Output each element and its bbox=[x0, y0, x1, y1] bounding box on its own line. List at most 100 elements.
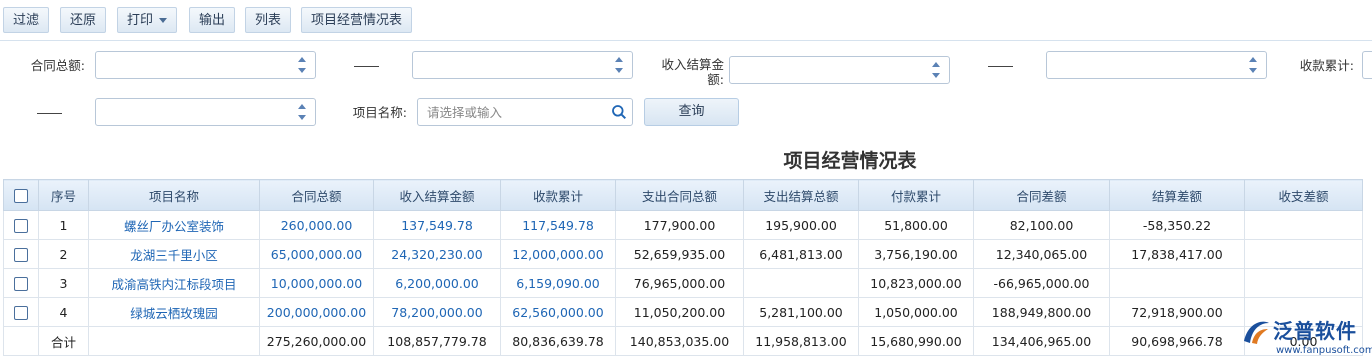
contract-total-max-input[interactable] bbox=[412, 51, 633, 79]
cell-link[interactable]: 24,320,230.00 bbox=[373, 239, 501, 269]
column-header[interactable]: 收支差额 bbox=[1244, 179, 1363, 211]
row-checkbox[interactable] bbox=[3, 297, 39, 327]
print-button[interactable]: 打印 bbox=[117, 7, 178, 33]
toolbar: 过滤 还原 打印 输出 列表 项目经营情况表 bbox=[0, 0, 1372, 41]
column-header[interactable]: 收款累计 bbox=[500, 179, 616, 211]
income-settle-min-input[interactable] bbox=[729, 56, 950, 84]
contract-total-min-input[interactable] bbox=[95, 51, 316, 79]
column-header[interactable]: 支出结算总额 bbox=[743, 179, 859, 211]
cell: 17,838,417.00 bbox=[1109, 239, 1245, 269]
query-button[interactable]: 查询 bbox=[644, 98, 739, 126]
restore-button[interactable]: 还原 bbox=[60, 7, 107, 33]
received-total-label: 收款累计: bbox=[1299, 58, 1354, 73]
cell-link[interactable]: 6,159,090.00 bbox=[500, 268, 616, 298]
project-link[interactable]: 螺丝厂办公室装饰 bbox=[88, 210, 260, 240]
logo-brand-text: 泛普软件 bbox=[1273, 319, 1357, 343]
column-header[interactable]: 序号 bbox=[38, 179, 89, 211]
row-checkbox[interactable] bbox=[3, 268, 39, 298]
export-button[interactable]: 输出 bbox=[189, 7, 236, 33]
column-header[interactable]: 项目名称 bbox=[88, 179, 260, 211]
project-link[interactable]: 成渝高铁内江标段项目 bbox=[88, 268, 260, 298]
table-row[interactable]: 4 绿城云栖玫瑰园 200,000,000.00 78,200,000.00 6… bbox=[3, 297, 1363, 327]
cell-link[interactable]: 78,200,000.00 bbox=[373, 297, 501, 327]
table-row[interactable]: 1 螺丝厂办公室装饰 260,000.00 137,549.78 117,549… bbox=[3, 210, 1363, 240]
income-settle-label-line2: 额: bbox=[707, 72, 724, 87]
cell-link[interactable]: 12,000,000.00 bbox=[500, 239, 616, 269]
cell bbox=[1244, 210, 1363, 240]
cell bbox=[1244, 239, 1363, 269]
contract-total-label: 合同总额: bbox=[30, 58, 85, 73]
total-cell: 108,857,779.78 bbox=[373, 326, 501, 356]
total-cell: 80,836,639.78 bbox=[500, 326, 616, 356]
cell: 5,281,100.00 bbox=[743, 297, 859, 327]
range-separator bbox=[988, 66, 1013, 67]
cell-index: 1 bbox=[38, 210, 89, 240]
cell: 3,756,190.00 bbox=[858, 239, 974, 269]
column-header[interactable]: 付款累计 bbox=[858, 179, 974, 211]
cell: 1,050,000.00 bbox=[858, 297, 974, 327]
report-button[interactable]: 项目经营情况表 bbox=[301, 7, 413, 33]
project-link[interactable]: 绿城云栖玫瑰园 bbox=[88, 297, 260, 327]
income-settle-max-input[interactable] bbox=[1046, 51, 1267, 79]
cell: 12,340,065.00 bbox=[973, 239, 1110, 269]
cell: -66,965,000.00 bbox=[973, 268, 1110, 298]
income-settle-label-line1: 收入结算金 bbox=[661, 57, 724, 72]
column-header[interactable]: 合同总额 bbox=[259, 179, 374, 211]
column-header[interactable]: 收入结算金额 bbox=[373, 179, 501, 211]
cell: 76,965,000.00 bbox=[615, 268, 744, 298]
filter-button[interactable]: 过滤 bbox=[3, 7, 50, 33]
received-total-min-input[interactable] bbox=[1362, 51, 1372, 79]
project-name-input[interactable] bbox=[425, 104, 609, 121]
cell bbox=[743, 268, 859, 298]
cell: 72,918,900.00 bbox=[1109, 297, 1245, 327]
column-header[interactable]: 结算差额 bbox=[1109, 179, 1245, 211]
cell: 188,949,800.00 bbox=[973, 297, 1110, 327]
project-name-label: 项目名称: bbox=[352, 105, 407, 120]
cell-link[interactable]: 200,000,000.00 bbox=[259, 297, 374, 327]
total-cell: 90,698,966.78 bbox=[1109, 326, 1245, 356]
cell: 82,100.00 bbox=[973, 210, 1110, 240]
cell-index: 3 bbox=[38, 268, 89, 298]
cell: 6,481,813.00 bbox=[743, 239, 859, 269]
spinner-arrows-icon[interactable] bbox=[1248, 56, 1257, 74]
cell: 177,900.00 bbox=[615, 210, 744, 240]
cell-link[interactable]: 137,549.78 bbox=[373, 210, 501, 240]
table-header-row: 序号 项目名称 合同总额 收入结算金额 收款累计 支出合同总额 支出结算总额 付… bbox=[3, 179, 1363, 211]
income-settle-label: 收入结算金 额: bbox=[652, 57, 724, 87]
column-header[interactable]: 合同差额 bbox=[973, 179, 1110, 211]
report-title: 项目经营情况表 bbox=[783, 150, 917, 172]
cell: 51,800.00 bbox=[858, 210, 974, 240]
cell-link[interactable]: 260,000.00 bbox=[259, 210, 374, 240]
cell-link[interactable]: 65,000,000.00 bbox=[259, 239, 374, 269]
cell-link[interactable]: 6,200,000.00 bbox=[373, 268, 501, 298]
cell: 52,659,935.00 bbox=[615, 239, 744, 269]
project-link[interactable]: 龙湖三千里小区 bbox=[88, 239, 260, 269]
caret-down-icon bbox=[159, 18, 168, 23]
column-header[interactable]: 支出合同总额 bbox=[615, 179, 744, 211]
total-cell: 11,958,813.00 bbox=[743, 326, 859, 356]
spinner-arrows-icon[interactable] bbox=[297, 103, 306, 121]
total-cell: 140,853,035.00 bbox=[615, 326, 744, 356]
list-button[interactable]: 列表 bbox=[245, 7, 292, 33]
total-cell: 134,406,965.00 bbox=[973, 326, 1110, 356]
spinner-arrows-icon[interactable] bbox=[931, 61, 940, 79]
cell-link[interactable]: 10,000,000.00 bbox=[259, 268, 374, 298]
spinner-arrows-icon[interactable] bbox=[614, 56, 623, 74]
spinner-arrows-icon[interactable] bbox=[297, 56, 306, 74]
cell-index: 2 bbox=[38, 239, 89, 269]
cell-link[interactable]: 62,560,000.00 bbox=[500, 297, 616, 327]
row-checkbox[interactable] bbox=[3, 210, 39, 240]
cell bbox=[88, 326, 260, 356]
cell: 195,900.00 bbox=[743, 210, 859, 240]
fanpu-logo: 泛普软件 www.fanpusoft.com bbox=[1240, 315, 1372, 363]
select-all-checkbox[interactable] bbox=[3, 179, 39, 211]
print-label: 打印 bbox=[127, 13, 154, 28]
row-checkbox[interactable] bbox=[3, 239, 39, 269]
table-row[interactable]: 3 成渝高铁内江标段项目 10,000,000.00 6,200,000.00 … bbox=[3, 268, 1363, 298]
cell-link[interactable]: 117,549.78 bbox=[500, 210, 616, 240]
received-total-max-input[interactable] bbox=[95, 98, 316, 126]
project-name-field[interactable] bbox=[417, 98, 633, 126]
cell bbox=[3, 326, 39, 356]
search-icon[interactable] bbox=[611, 104, 627, 120]
table-row[interactable]: 2 龙湖三千里小区 65,000,000.00 24,320,230.00 12… bbox=[3, 239, 1363, 269]
